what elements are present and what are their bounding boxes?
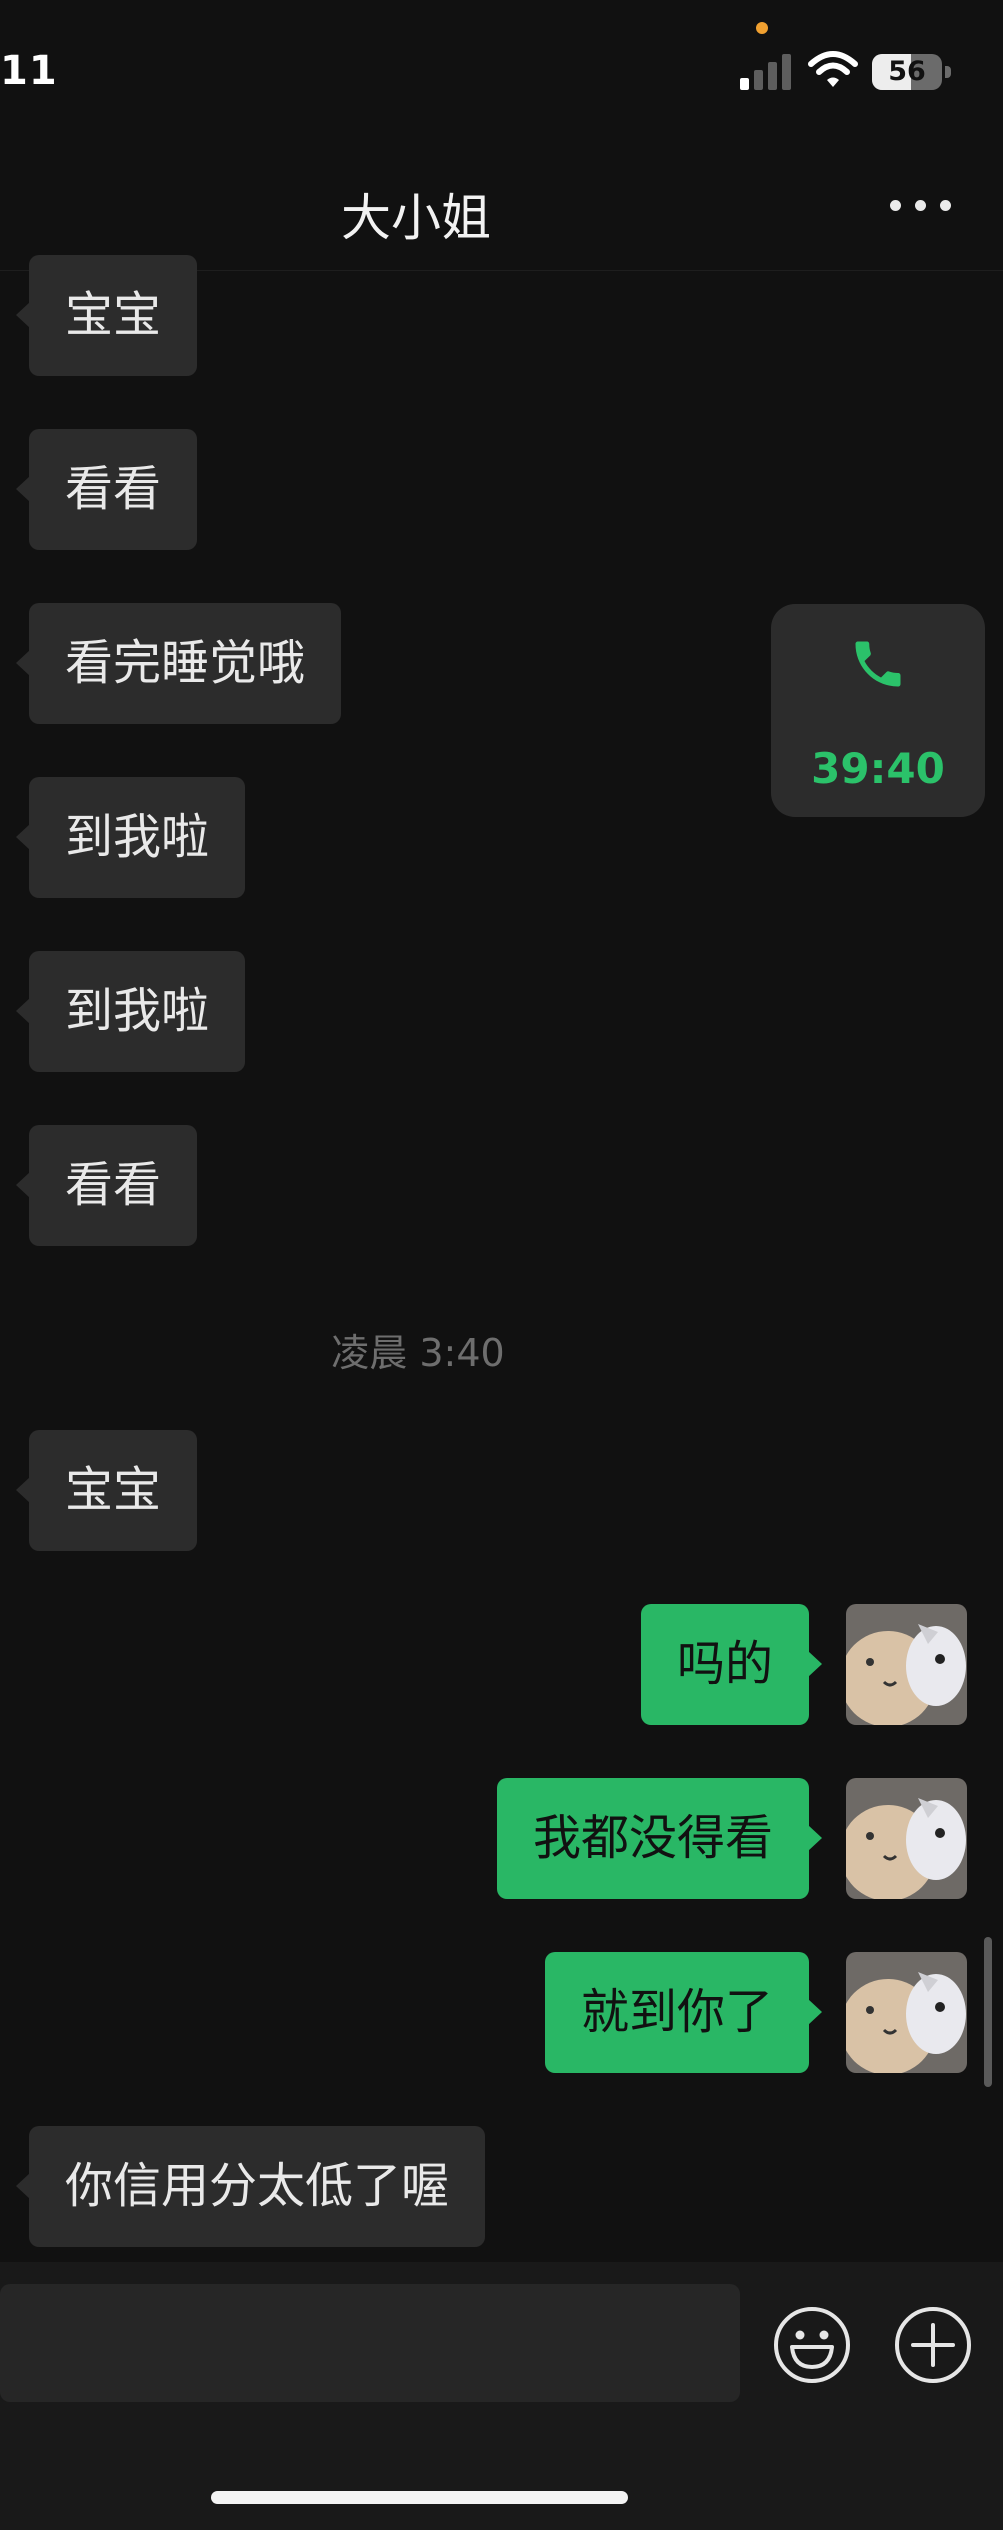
status-time: 11 xyxy=(0,48,58,94)
message-timestamp: 凌晨 3:40 xyxy=(331,1331,505,1375)
more-options-button[interactable] xyxy=(890,190,952,220)
user-avatar[interactable] xyxy=(846,1604,967,1725)
battery-level: 56 xyxy=(888,56,926,87)
emoji-icon[interactable] xyxy=(772,2305,852,2385)
incoming-message-bubble[interactable]: 宝宝 xyxy=(15,255,198,376)
avatar-image xyxy=(846,1952,967,2073)
incoming-message-bubble[interactable]: 看看 xyxy=(15,1125,198,1246)
user-avatar[interactable] xyxy=(846,1778,967,1899)
avatar-image xyxy=(846,1778,967,1899)
wifi-icon xyxy=(808,51,858,87)
chat-title: 大小姐 xyxy=(341,189,491,247)
call-duration: 39:40 xyxy=(811,744,945,793)
cellular-signal-icon xyxy=(740,54,791,90)
outgoing-message-bubble[interactable]: 就到你了 xyxy=(544,1952,823,2073)
user-avatar[interactable] xyxy=(846,1952,967,2073)
incoming-message-bubble[interactable]: 到我啦 xyxy=(15,951,246,1072)
outgoing-message-bubble[interactable]: 吗的 xyxy=(640,1604,823,1725)
battery-indicator: 56 xyxy=(872,54,952,90)
outgoing-message-bubble[interactable]: 我都没得看 xyxy=(496,1778,823,1899)
voice-call-record[interactable]: 39:40 xyxy=(771,604,985,817)
scrollbar[interactable] xyxy=(984,1937,992,2087)
privacy-indicator-dot xyxy=(756,22,768,34)
incoming-message-bubble[interactable]: 你信用分太低了喔 xyxy=(15,2126,486,2247)
avatar-image xyxy=(846,1604,967,1725)
incoming-message-bubble[interactable]: 宝宝 xyxy=(15,1430,198,1551)
incoming-message-bubble[interactable]: 到我啦 xyxy=(15,777,246,898)
plus-icon[interactable] xyxy=(893,2305,973,2385)
incoming-message-bubble[interactable]: 看看 xyxy=(15,429,198,550)
incoming-message-bubble[interactable]: 看完睡觉哦 xyxy=(15,603,342,724)
message-input[interactable] xyxy=(0,2284,740,2402)
phone-icon xyxy=(855,641,901,687)
home-indicator[interactable] xyxy=(211,2491,628,2504)
